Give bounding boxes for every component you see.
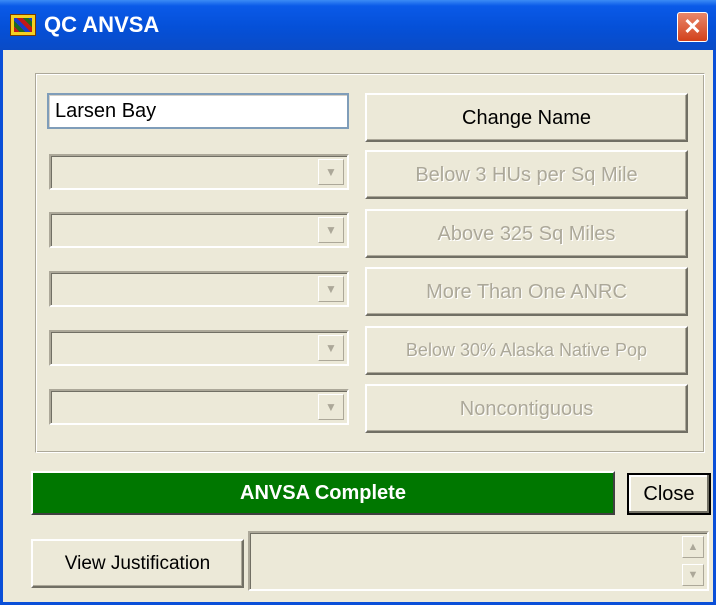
more-than-one-anrc-select[interactable]: ▼	[49, 271, 349, 307]
below-30-pct-select[interactable]: ▼	[49, 330, 349, 366]
chevron-down-icon[interactable]: ▼	[318, 217, 344, 243]
view-justification-button[interactable]: View Justification	[31, 539, 244, 588]
qc-anvsa-dialog: QC ANVSA ✕ Change Name ▼ Below 3 HUs per…	[0, 0, 716, 605]
noncontiguous-button[interactable]: Noncontiguous	[365, 384, 688, 433]
more-than-one-anrc-button[interactable]: More Than One ANRC	[365, 267, 688, 316]
chevron-down-icon[interactable]: ▼	[318, 394, 344, 420]
scroll-up-icon[interactable]: ▲	[682, 536, 704, 558]
title-bar[interactable]: QC ANVSA ✕	[0, 0, 716, 50]
name-input[interactable]	[47, 93, 349, 129]
below-3-hus-button[interactable]: Below 3 HUs per Sq Mile	[365, 150, 688, 199]
below-3-hus-select[interactable]: ▼	[49, 154, 349, 190]
window-title: QC ANVSA	[44, 12, 160, 37]
chevron-down-icon[interactable]: ▼	[318, 276, 344, 302]
noncontiguous-select[interactable]: ▼	[49, 389, 349, 425]
app-icon	[10, 14, 36, 36]
close-window-button[interactable]: ✕	[677, 12, 708, 42]
change-name-button[interactable]: Change Name	[365, 93, 688, 142]
chevron-down-icon[interactable]: ▼	[318, 335, 344, 361]
above-325-button[interactable]: Above 325 Sq Miles	[365, 209, 688, 258]
below-30-pct-button[interactable]: Below 30% Alaska Native Pop	[365, 326, 688, 375]
close-button[interactable]: Close	[627, 473, 711, 515]
chevron-down-icon[interactable]: ▼	[318, 159, 344, 185]
above-325-select[interactable]: ▼	[49, 212, 349, 248]
anvsa-complete-status[interactable]: ANVSA Complete	[31, 471, 615, 515]
scroll-down-icon[interactable]: ▼	[682, 564, 704, 586]
justification-memo[interactable]: ▲ ▼	[248, 531, 709, 591]
